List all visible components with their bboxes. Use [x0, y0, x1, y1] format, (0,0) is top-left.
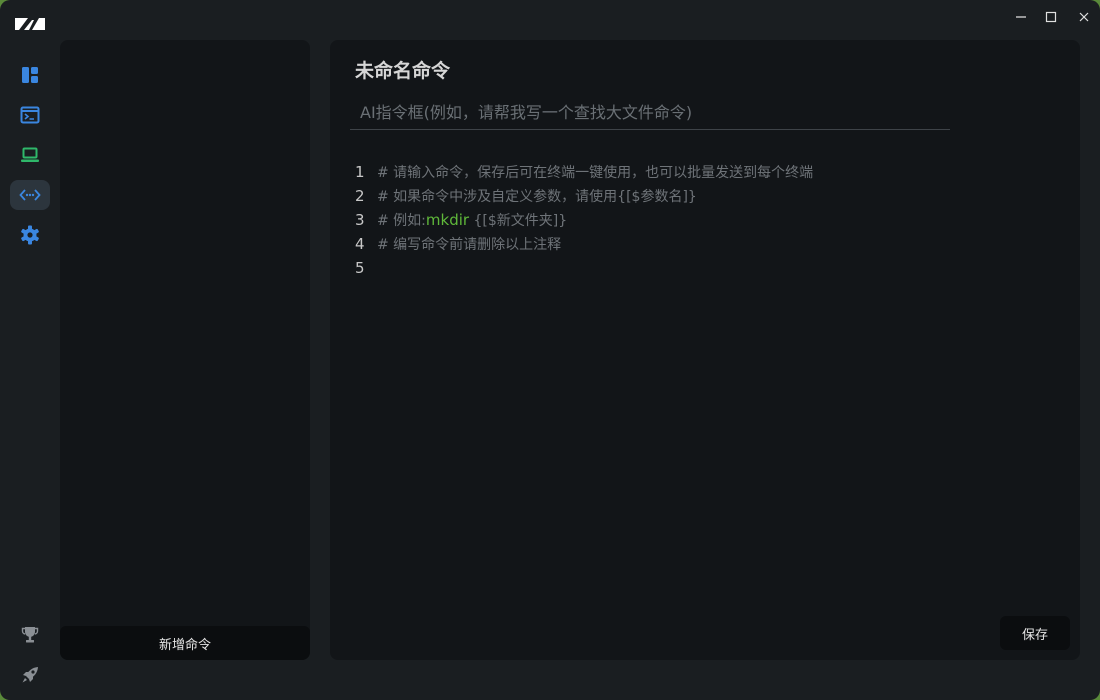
- code-editor[interactable]: 1 # 请输入命令，保存后可在终端一键使用，也可以批量发送到每个终端 2 # 如…: [355, 160, 813, 280]
- code-line-text: # 如果命令中涉及自定义参数，请使用{[$参数名]}: [377, 189, 697, 205]
- command-editor-panel: 未命名命令 1 # 请输入命令，保存后可在终端一键使用，也可以批量发送到每个终端…: [330, 40, 1080, 660]
- rocket-icon: [22, 667, 38, 683]
- app-logo: [15, 18, 45, 30]
- command-list-panel: 新增命令: [60, 40, 310, 660]
- add-command-button[interactable]: 新增命令: [60, 626, 310, 660]
- command-title[interactable]: 未命名命令: [355, 56, 450, 83]
- gear-icon: [21, 225, 39, 245]
- code-line: 3 # 例如: mkdir {[$新文件夹]}: [355, 208, 813, 232]
- code-line-text: # 编写命令前请删除以上注释: [377, 237, 562, 253]
- line-number: 5: [355, 259, 365, 277]
- save-button[interactable]: 保存: [1000, 616, 1070, 650]
- laptop-icon: [21, 147, 39, 162]
- code-line: 1 # 请输入命令，保存后可在终端一键使用，也可以批量发送到每个终端: [355, 160, 813, 184]
- code-icon: [19, 189, 41, 201]
- line-number: 3: [355, 211, 365, 229]
- code-line: 4 # 编写命令前请删除以上注释: [355, 232, 813, 256]
- close-icon[interactable]: [1074, 8, 1094, 26]
- app-window: 新增命令 未命名命令 1 # 请输入命令，保存后可在终端一键使用，也可以批量发送…: [0, 0, 1100, 700]
- line-number: 1: [355, 163, 365, 181]
- line-number: 2: [355, 187, 365, 205]
- maximize-icon[interactable]: [1041, 8, 1061, 26]
- sidebar-item-rocket[interactable]: [10, 660, 50, 690]
- sidebar-item-terminal[interactable]: [10, 100, 50, 130]
- terminal-icon: [20, 106, 40, 124]
- sidebar-item-trophy[interactable]: [10, 620, 50, 650]
- code-line-text: # 请输入命令，保存后可在终端一键使用，也可以批量发送到每个终端: [377, 165, 814, 181]
- line-number: 4: [355, 235, 365, 253]
- sidebar-item-dashboard[interactable]: [10, 60, 50, 90]
- sidebar-item-devices[interactable]: [10, 140, 50, 170]
- trophy-icon: [21, 627, 39, 643]
- sidebar-item-settings[interactable]: [10, 220, 50, 250]
- code-keyword: mkdir: [425, 211, 470, 229]
- code-line: 5: [355, 256, 813, 280]
- ai-command-input[interactable]: [350, 96, 950, 130]
- sidebar-item-commands[interactable]: [10, 180, 50, 210]
- minimize-icon[interactable]: [1011, 8, 1031, 26]
- dashboard-icon: [22, 67, 38, 83]
- code-line: 2 # 如果命令中涉及自定义参数，请使用{[$参数名]}: [355, 184, 813, 208]
- code-line-prefix: # 例如:: [377, 213, 426, 229]
- code-line-suffix: {[$新文件夹]}: [469, 213, 568, 229]
